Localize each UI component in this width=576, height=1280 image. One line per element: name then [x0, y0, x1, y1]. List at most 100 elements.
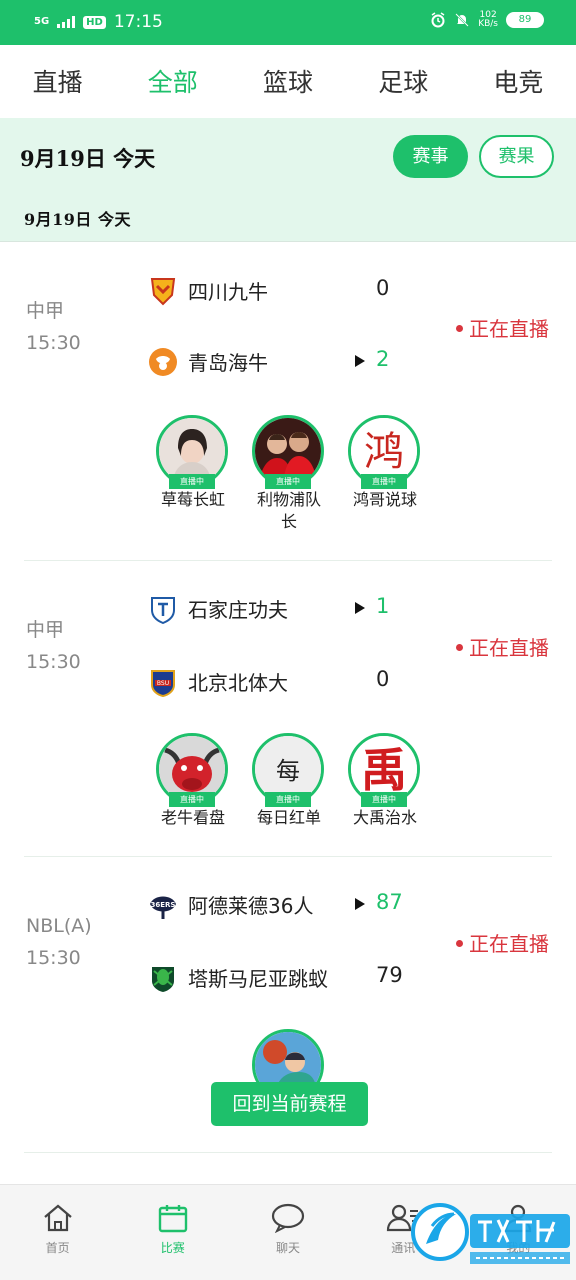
team-score: 2 [376, 347, 390, 371]
nav-chat[interactable]: 聊天 [230, 1185, 345, 1280]
match-time: 15:30 [26, 947, 81, 969]
team-name: 塔斯马尼亚跳蚁 [188, 967, 328, 991]
league-name: 中甲 [26, 619, 65, 641]
live-tag: 直播中 [169, 474, 215, 489]
live-status: 正在直播 [456, 632, 549, 661]
avatar-glyph: 鸿 [364, 429, 404, 475]
hd-badge: HD [83, 15, 106, 29]
live-status: 正在直播 [456, 928, 549, 957]
streamer-name: 大禹治水 [352, 808, 417, 827]
team-score: 0 [376, 276, 390, 300]
divider [24, 1152, 552, 1153]
streamer[interactable]: 直播中 草莓长虹 [156, 415, 230, 533]
mute-bell-icon [455, 13, 469, 27]
match-card[interactable]: 中甲 15:30 石家庄功夫 1 BSU 北京北体大 0 正在直播 直播中 老牛… [0, 561, 576, 857]
date-title: 9月19日 今天 [20, 146, 156, 171]
streamer-name: 鸿哥说球 [352, 490, 417, 509]
shijiazhuang-gongfu-logo [151, 597, 175, 624]
away-team: 塔斯马尼亚跳蚁 79 [148, 961, 408, 997]
streamer-list: 直播中 草莓长虹 直播中 利物浦队长 鸿 直播中 鸿哥说球 [156, 415, 422, 533]
home-team: 石家庄功夫 1 [148, 592, 408, 628]
ffxz-watermark-logo [411, 1203, 570, 1264]
league-name: 中甲 [26, 300, 65, 322]
category-tabs: 直播 全部 篮球 足球 电竞 [0, 45, 576, 118]
match-card[interactable]: 中甲 15:30 四川九牛 0 青岛海牛 2 正在直播 直播中 草莓长虹 直播中… [0, 243, 576, 561]
league-name: NBL(A) [26, 915, 92, 937]
match-league: NBL(A) 15:30 [26, 910, 92, 974]
tab-all[interactable]: 全部 [115, 45, 230, 118]
live-status-text: 正在直播 [469, 932, 549, 956]
date-subtitle: 9月19日 今天 [24, 210, 131, 229]
team-score: 79 [376, 963, 403, 987]
live-status: 正在直播 [456, 313, 549, 342]
tab-football[interactable]: 足球 [346, 45, 461, 118]
svg-text:36ERS: 36ERS [151, 901, 176, 909]
alarm-icon [431, 12, 445, 28]
network-label: 5G [34, 16, 50, 27]
live-tag: 直播中 [169, 792, 215, 807]
team-score: 1 [376, 594, 390, 618]
svg-text:BSU: BSU [157, 680, 169, 687]
streamer-name: 老牛看盘 [160, 808, 225, 827]
live-tag: 直播中 [265, 474, 311, 489]
speed-unit: KB/s [478, 19, 498, 29]
serve-indicator-icon [355, 898, 365, 910]
results-button[interactable]: 赛果 [479, 135, 554, 178]
home-team: 四川九牛 0 [148, 274, 408, 310]
adelaide-36ers-logo: 36ERS [150, 896, 176, 919]
live-dot-icon [456, 940, 463, 947]
team-score: 87 [376, 890, 403, 914]
team-name: 四川九牛 [188, 280, 268, 304]
calendar-icon [158, 1205, 187, 1233]
nav-label: 比赛 [160, 1241, 185, 1255]
tab-basketball[interactable]: 篮球 [230, 45, 345, 118]
serve-indicator-icon [355, 602, 365, 614]
live-tag: 直播中 [361, 474, 407, 489]
tab-live[interactable]: 直播 [0, 45, 115, 118]
away-team: BSU 北京北体大 0 [148, 665, 408, 701]
avatar-glyph: 每 [276, 757, 300, 785]
live-dot-icon [456, 644, 463, 651]
date-header: 9月19日 今天 赛事 赛果 9月19日 今天 [0, 118, 576, 242]
avatar-glyph: 禹 [361, 743, 407, 797]
home-team: 36ERS 阿德莱德36人 87 [148, 888, 408, 924]
team-name: 阿德莱德36人 [188, 894, 314, 918]
streamer-name: 利物浦队长 [256, 490, 321, 531]
live-status-text: 正在直播 [469, 636, 549, 660]
nav-matches[interactable]: 比赛 [115, 1185, 230, 1280]
streamer[interactable]: 每 直播中 每日红单 [252, 733, 326, 829]
match-league: 中甲 15:30 [26, 614, 81, 678]
network-speed: 102 KB/s [478, 11, 498, 29]
home-icon [43, 1204, 72, 1232]
back-to-current-button[interactable]: 回到当前赛程 [211, 1082, 368, 1126]
team-name: 北京北体大 [188, 671, 288, 695]
live-tag: 直播中 [265, 792, 311, 807]
status-bar: 5G HD 17:15 102 KB/s 89 [0, 0, 576, 45]
match-time: 15:30 [26, 332, 81, 354]
team-name: 青岛海牛 [188, 351, 268, 375]
serve-indicator-icon [355, 355, 365, 367]
tasmania-jackjumpers-logo [152, 967, 174, 992]
live-dot-icon [456, 325, 463, 332]
qingdao-hainiu-logo [149, 348, 177, 376]
signal-icon [57, 16, 76, 28]
streamer[interactable]: 禹 直播中 大禹治水 [348, 733, 422, 829]
nav-home[interactable]: 首页 [0, 1185, 115, 1280]
clock: 17:15 [113, 12, 163, 32]
beijing-bsu-logo: BSU [151, 670, 175, 697]
tab-esports[interactable]: 电竞 [461, 45, 576, 118]
nav-label: 聊天 [276, 1241, 301, 1255]
team-name: 石家庄功夫 [188, 598, 288, 622]
battery-icon: 89 [506, 12, 544, 28]
app-root: 5G HD 17:15 102 KB/s 89 直播 全部 篮球 足球 电竞 9… [0, 0, 576, 1280]
streamer-list: 直播中 老牛看盘 每 直播中 每日红单 禹 直播中 大禹治水 [156, 733, 422, 829]
chat-icon [271, 1203, 305, 1233]
live-status-text: 正在直播 [469, 317, 549, 341]
match-league: 中甲 15:30 [26, 295, 81, 359]
streamer[interactable]: 鸿 直播中 鸿哥说球 [348, 415, 422, 533]
streamer[interactable]: 直播中 利物浦队长 [252, 415, 326, 533]
events-button[interactable]: 赛事 [393, 135, 468, 178]
match-time: 15:30 [26, 651, 81, 673]
sichuan-jiuniu-logo [150, 278, 176, 306]
streamer[interactable]: 直播中 老牛看盘 [156, 733, 230, 829]
